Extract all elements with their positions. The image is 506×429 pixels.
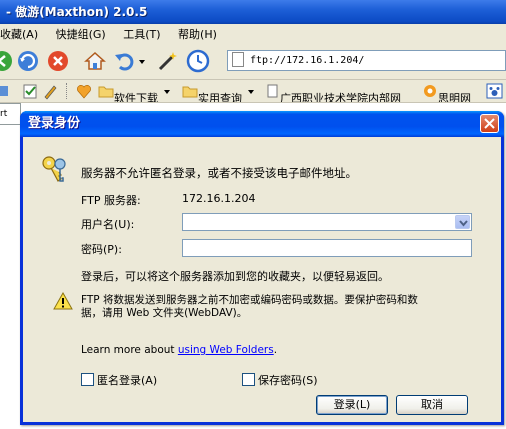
browser-tab[interactable]: rt xyxy=(0,103,21,125)
history-clock-icon[interactable] xyxy=(186,49,210,73)
stop-icon[interactable] xyxy=(46,49,70,73)
address-value: ftp://172.16.1.204/ xyxy=(250,55,365,66)
tab-label: rt xyxy=(0,109,8,119)
refresh-icon[interactable] xyxy=(16,49,40,73)
chevron-down-icon xyxy=(459,220,468,227)
close-button[interactable] xyxy=(480,114,499,133)
learn-more-suffix: . xyxy=(273,344,278,356)
info-text: 登录后，可以将这个服务器添加到您的收藏夹，以便轻易返回。 xyxy=(81,270,389,283)
dialog-title: 登录身份 xyxy=(28,116,81,131)
menu-groups[interactable]: 快捷组(G) xyxy=(56,24,106,45)
heart-icon[interactable] xyxy=(76,80,92,102)
learn-more-prefix: Learn more about xyxy=(81,344,175,356)
undo-dropdown-icon[interactable] xyxy=(137,49,147,73)
username-label: 用户名(U): xyxy=(81,218,135,231)
home-icon[interactable] xyxy=(83,49,107,73)
menu-favorites[interactable]: 收藏(A) xyxy=(0,24,38,45)
ftp-server-label: FTP 服务器: xyxy=(81,194,141,207)
favorite-utility-search[interactable]: 实用查询 xyxy=(182,80,256,102)
favorite-software-download[interactable]: 软件下载 xyxy=(98,80,172,102)
password-label: 密码(P): xyxy=(81,243,122,256)
browser-title: - 傲游(Maxthon) 2.0.5 xyxy=(6,5,148,19)
login-dialog: 登录身份 服务器不允许匿名登录，或者不接受该电子邮件地址。 FTP 服务器: 1… xyxy=(20,111,504,425)
folder-icon xyxy=(182,86,198,98)
username-dropdown-button[interactable] xyxy=(455,215,470,229)
back-icon[interactable] xyxy=(0,49,14,73)
anonymous-login-checkbox[interactable] xyxy=(81,373,94,386)
chevron-down-icon xyxy=(163,90,170,94)
learn-more-text: Learn more about using Web Folders. xyxy=(81,344,277,356)
warning-text-line2: 据，请用 Web 文件夹(WebDAV)。 xyxy=(81,307,248,319)
anonymous-login-label[interactable]: 匿名登录(A) xyxy=(97,372,157,388)
folder-icon xyxy=(98,86,114,98)
site-icon xyxy=(424,85,436,97)
password-input[interactable] xyxy=(182,239,472,257)
favorite-gxvtc-intranet[interactable]: 广西职业技术学院内部网 xyxy=(266,80,401,102)
menu-help[interactable]: 帮助(H) xyxy=(178,24,217,45)
dialog-body: 服务器不允许匿名登录，或者不接受该电子邮件地址。 FTP 服务器: 172.16… xyxy=(23,137,501,422)
menu-tools[interactable]: 工具(T) xyxy=(123,24,160,45)
address-bar[interactable]: ftp://172.16.1.204/ xyxy=(227,50,506,71)
dialog-message: 服务器不允许匿名登录，或者不接受该电子邮件地址。 xyxy=(81,166,357,180)
warning-icon xyxy=(53,291,73,313)
username-combobox[interactable] xyxy=(182,213,472,231)
favorites-bar: 软件下载 实用查询 广西职业技术学院内部网 思明网 xyxy=(0,80,506,103)
page-icon xyxy=(232,51,244,67)
keys-icon xyxy=(38,153,70,188)
favorites-separator xyxy=(66,83,71,99)
checklist-icon[interactable] xyxy=(22,80,38,102)
menu-bar: 收藏(A) 快捷组(G) 工具(T) 帮助(H) xyxy=(0,24,506,46)
magic-wand-icon[interactable] xyxy=(156,49,180,73)
browser-titlebar: - 傲游(Maxthon) 2.0.5 xyxy=(0,0,506,24)
gear-icon[interactable] xyxy=(0,80,10,102)
ftp-server-value: 172.16.1.204 xyxy=(182,192,256,205)
web-folders-link[interactable]: using Web Folders xyxy=(178,344,274,356)
save-password-checkbox[interactable] xyxy=(242,373,255,386)
page-icon xyxy=(267,84,278,98)
cancel-button[interactable]: 取消 xyxy=(396,395,468,415)
chevron-down-icon xyxy=(247,90,254,94)
save-password-label[interactable]: 保存密码(S) xyxy=(258,372,318,388)
paw-icon[interactable] xyxy=(486,80,504,102)
login-button[interactable]: 登录(L) xyxy=(316,395,388,415)
undo-icon[interactable] xyxy=(112,49,136,73)
close-icon xyxy=(484,118,495,129)
dialog-titlebar[interactable]: 登录身份 xyxy=(20,111,504,137)
pencil-icon[interactable] xyxy=(42,80,58,102)
favorite-siming[interactable]: 思明网 xyxy=(422,80,471,102)
